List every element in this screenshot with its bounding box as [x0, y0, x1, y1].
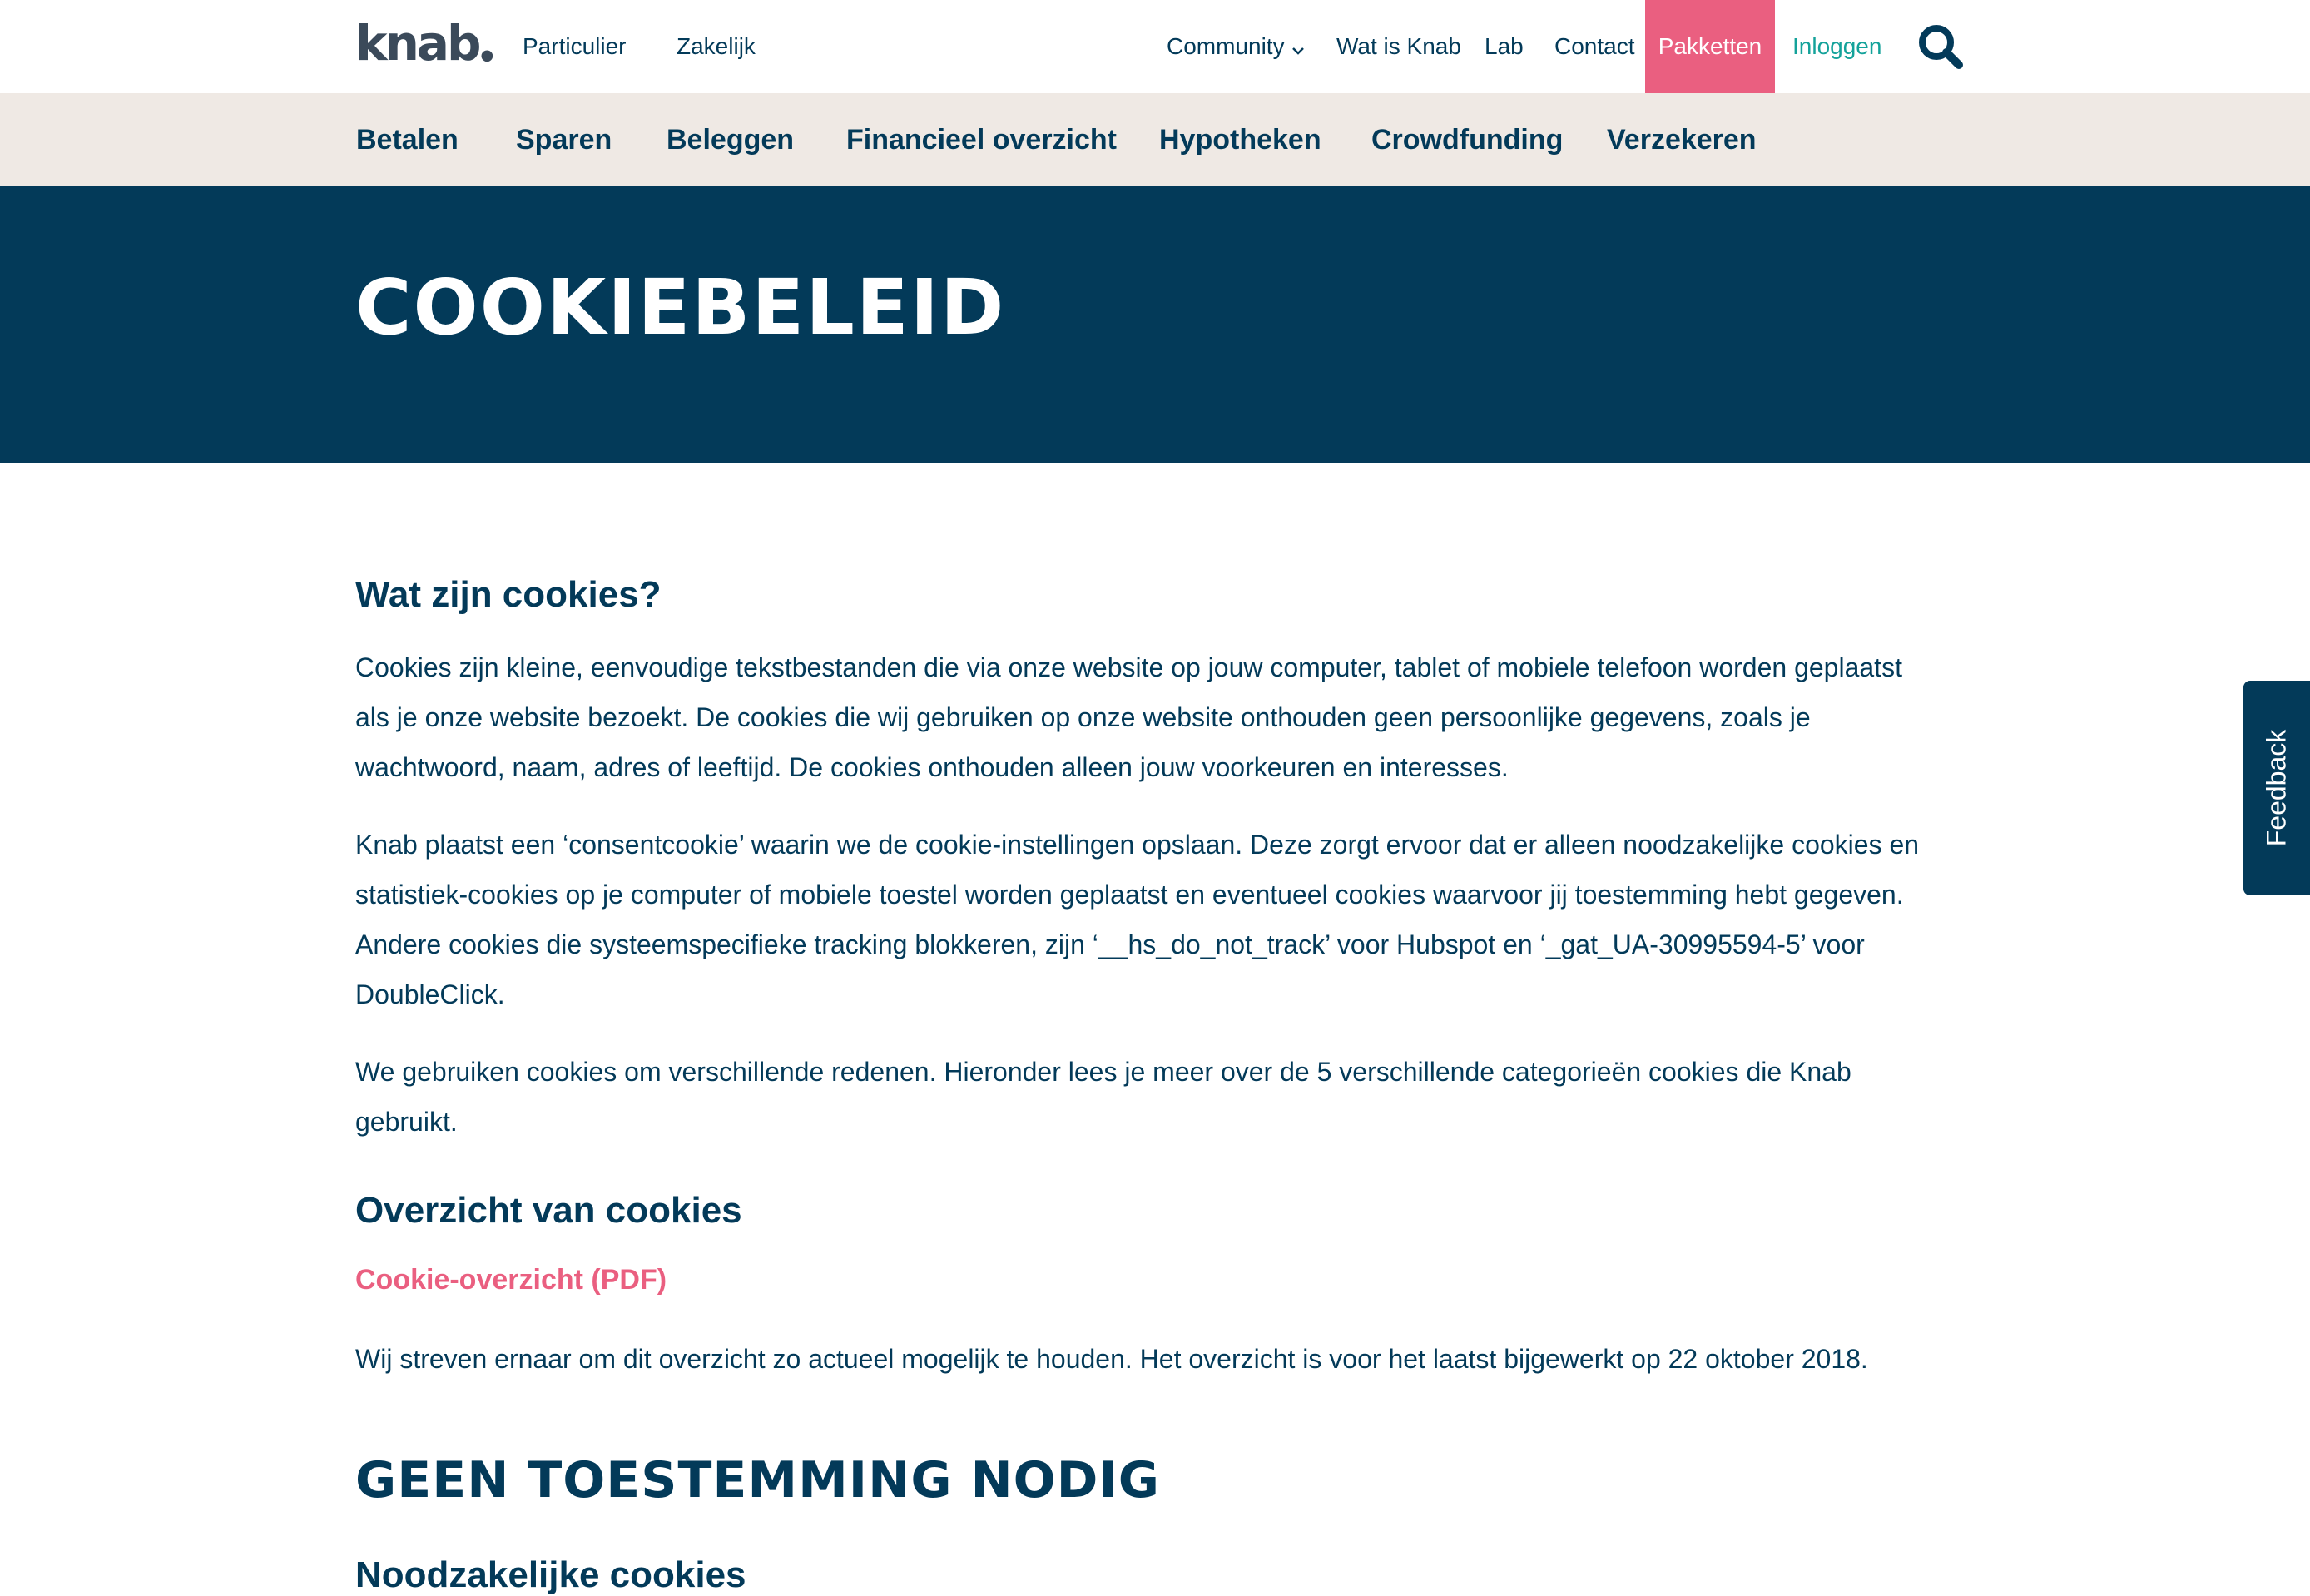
cookie-overzicht-pdf-link[interactable]: Cookie-overzicht (PDF) — [355, 1264, 667, 1296]
nav-zakelijk[interactable]: Zakelijk — [677, 0, 756, 93]
subnav-crowdfunding[interactable]: Crowdfunding — [1371, 93, 1563, 186]
subnav-financieel-overzicht[interactable]: Financieel overzicht — [846, 93, 1117, 186]
nav-community-label: Community — [1167, 33, 1285, 59]
paragraph-cookies-intro: Cookies zijn kleine, eenvoudige tekstbes… — [355, 652, 1902, 782]
logo-text: knab — [355, 15, 482, 72]
feedback-button[interactable]: Feedback — [2243, 681, 2310, 895]
nav-contact[interactable]: Contact — [1554, 0, 1635, 93]
subnav-hypotheken[interactable]: Hypotheken — [1159, 93, 1321, 186]
subnav-betalen[interactable]: Betalen — [356, 93, 459, 186]
heading-geen-toestemming-nodig: GEEN TOESTEMMING NODIG — [355, 1451, 1161, 1509]
subnav-sparen[interactable]: Sparen — [516, 93, 612, 186]
heading-wat-zijn-cookies: Wat zijn cookies? — [355, 574, 662, 615]
page-title: COOKIEBELEID — [355, 263, 1006, 352]
subnav-beleggen[interactable]: Beleggen — [667, 93, 794, 186]
heading-noodzakelijke-cookies: Noodzakelijke cookies — [355, 1554, 746, 1595]
paragraph-consentcookie: Knab plaatst een ‘consentcookie’ waarin … — [355, 830, 1920, 1009]
logo-dot: ● — [480, 47, 494, 64]
subnav-verzekeren[interactable]: Verzekeren — [1607, 93, 1757, 186]
search-icon[interactable] — [1916, 22, 1965, 72]
top-navigation: knab ● Particulier Zakelijk Community Wat… — [0, 0, 2310, 93]
chevron-down-icon — [1291, 2, 1305, 95]
nav-community[interactable]: Community — [1167, 0, 1305, 93]
inloggen-link[interactable]: Inloggen — [1792, 0, 1881, 93]
knab-logo[interactable]: knab ● — [355, 15, 493, 72]
hero-banner: COOKIEBELEID — [0, 186, 2310, 463]
pakketten-button[interactable]: Pakketten — [1645, 0, 1775, 93]
nav-lab[interactable]: Lab — [1485, 0, 1524, 93]
paragraph-actueel: Wij streven ernaar om dit overzicht zo a… — [355, 1344, 1868, 1374]
product-navigation: Betalen Sparen Beleggen Financieel overz… — [0, 93, 2310, 186]
feedback-label: Feedback — [2261, 729, 2292, 847]
paragraph-categorieen: We gebruiken cookies om verschillende re… — [355, 1057, 1851, 1137]
heading-overzicht-van-cookies: Overzicht van cookies — [355, 1190, 742, 1231]
nav-particulier[interactable]: Particulier — [523, 0, 626, 93]
nav-wat-is-knab[interactable]: Wat is Knab — [1336, 0, 1461, 93]
